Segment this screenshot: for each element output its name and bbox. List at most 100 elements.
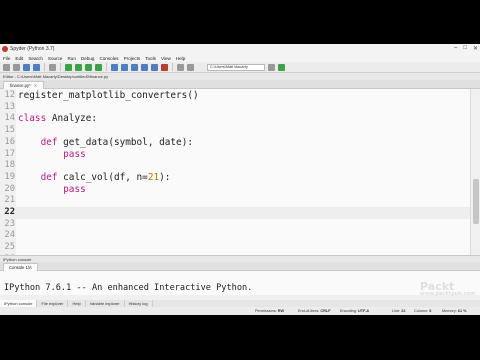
- letterbox-bottom: [0, 315, 480, 360]
- run-icon[interactable]: [65, 63, 72, 71]
- menu-source[interactable]: Source: [48, 56, 63, 61]
- code-line[interactable]: 21: [0, 195, 470, 207]
- menu-tools[interactable]: Tools: [145, 56, 156, 61]
- console-tab-bar: Console 1/A: [0, 262, 480, 271]
- window-title: Spyder (Python 3.7): [10, 46, 55, 52]
- status-encoding: Encoding: UTF-8: [340, 308, 369, 314]
- menu-projects[interactable]: Projects: [124, 56, 141, 61]
- run-selection-icon[interactable]: [95, 63, 102, 71]
- python-path-icon[interactable]: [187, 63, 194, 71]
- stop-debug-icon[interactable]: [161, 63, 168, 71]
- code-line[interactable]: 24: [0, 230, 470, 242]
- title-bar: Spyder (Python 3.7) – □ ✕: [0, 44, 480, 54]
- line-number: 23: [4, 218, 15, 229]
- spyder-window: Spyder (Python 3.7) – □ ✕ File Edit Sear…: [0, 44, 480, 315]
- tab-ipython-console[interactable]: IPython console: [0, 300, 38, 307]
- letterbox-top: [0, 0, 480, 44]
- step-return-icon[interactable]: [141, 63, 148, 71]
- close-button[interactable]: ✕: [473, 45, 478, 52]
- step-icon[interactable]: [121, 63, 128, 71]
- code-line[interactable]: 25: [0, 242, 470, 254]
- tab-history-log[interactable]: History log: [125, 300, 153, 307]
- line-number: 16: [4, 136, 15, 147]
- code-line[interactable]: 17 pass: [0, 149, 470, 161]
- console-tab[interactable]: Console 1/A: [3, 263, 38, 271]
- maximize-pane-icon[interactable]: [177, 63, 184, 71]
- menu-consoles[interactable]: Consoles: [99, 56, 118, 61]
- menu-help[interactable]: Help: [176, 56, 185, 61]
- editor-tab-label: finance.py*: [10, 83, 31, 88]
- status-permissions: Permissions: RW: [255, 308, 284, 314]
- code-line[interactable]: 16 def get_data(symbol, date):: [0, 137, 470, 149]
- line-number: 14: [4, 113, 15, 124]
- line-number: 20: [4, 183, 15, 194]
- line-number: 19: [4, 171, 15, 182]
- code-text: pass: [63, 183, 86, 195]
- status-line: Line: 22: [392, 308, 406, 314]
- save-icon[interactable]: [23, 63, 30, 71]
- line-number: 15: [4, 125, 15, 136]
- step-into-icon[interactable]: [131, 63, 138, 71]
- menu-edit[interactable]: Edit: [15, 56, 23, 61]
- status-bar: Permissions: RW End-of-lines: CRLF Encod…: [0, 307, 480, 315]
- maximize-button[interactable]: □: [463, 45, 467, 52]
- run-cell-advance-icon[interactable]: [85, 63, 92, 71]
- preferences-icon[interactable]: [49, 63, 56, 71]
- packt-watermark: Packt www.packtpub.com: [420, 280, 475, 310]
- console-banner: IPython 7.6.1 -- An enhanced Interactive…: [4, 283, 253, 293]
- menu-view[interactable]: View: [161, 56, 171, 61]
- menu-search[interactable]: Search: [28, 56, 43, 61]
- working-directory-field[interactable]: C:\Users\Matt Macarty: [207, 63, 265, 71]
- save-all-icon[interactable]: [33, 63, 40, 71]
- editor-tab-finance[interactable]: finance.py* ✕: [3, 81, 45, 89]
- encoding-value: UTF-8: [357, 309, 369, 313]
- line-number: 24: [4, 230, 15, 241]
- encoding-label: Encoding:: [340, 309, 357, 313]
- menu-bar: File Edit Search Source Run Debug Consol…: [0, 54, 480, 62]
- close-tab-icon[interactable]: ✕: [34, 83, 38, 88]
- line-number: 21: [4, 195, 15, 206]
- code-line[interactable]: 18: [0, 160, 470, 172]
- code-text: pass: [63, 148, 86, 160]
- code-line[interactable]: 20 pass: [0, 184, 470, 196]
- code-line[interactable]: 14 class Analyze:: [0, 113, 470, 125]
- scrollbar-thumb[interactable]: [473, 179, 479, 224]
- editor-tab-bar: finance.py* ✕: [0, 80, 480, 89]
- code-line[interactable]: 15: [0, 125, 470, 137]
- tab-file-explorer[interactable]: File explorer: [37, 300, 69, 307]
- code-line[interactable]: 12 register_matplotlib_converters(): [0, 90, 470, 102]
- code-text: register_matplotlib_converters(): [18, 90, 199, 101]
- line-value: 22: [401, 309, 406, 313]
- status-eol: End-of-lines: CRLF: [298, 308, 331, 314]
- open-file-icon[interactable]: [13, 63, 20, 71]
- minimize-button[interactable]: –: [454, 45, 457, 52]
- menu-debug[interactable]: Debug: [81, 56, 95, 61]
- toolbar-separator: [44, 63, 45, 71]
- debug-icon[interactable]: [111, 63, 118, 71]
- toolbar-separator: [172, 63, 173, 71]
- menu-run[interactable]: Run: [67, 56, 75, 61]
- line-number: 17: [4, 148, 15, 159]
- ipython-console[interactable]: IPython 7.6.1 -- An enhanced Interactive…: [0, 271, 480, 295]
- toolbar: C:\Users\Matt Macarty: [0, 62, 480, 73]
- code-line[interactable]: 19 def calc_vol(df, n=21):: [0, 172, 470, 184]
- menu-file[interactable]: File: [3, 56, 10, 61]
- new-file-icon[interactable]: [3, 63, 10, 71]
- parent-directory-icon[interactable]: [278, 63, 285, 71]
- tab-help[interactable]: Help: [68, 300, 86, 307]
- line-number: 25: [4, 242, 15, 253]
- toolbar-separator: [106, 63, 107, 71]
- run-cell-icon[interactable]: [75, 63, 82, 71]
- spyder-logo-icon: [2, 46, 8, 52]
- browse-folder-icon[interactable]: [268, 63, 275, 71]
- code-text: def calc_vol(df, n=21):: [40, 171, 171, 183]
- code-line[interactable]: 23: [0, 219, 470, 231]
- window-controls: – □ ✕: [454, 45, 478, 52]
- code-line[interactable]: 13: [0, 102, 470, 114]
- code-line[interactable]: 22: [0, 207, 470, 219]
- tab-variable-explorer[interactable]: Variable explorer: [86, 300, 125, 307]
- console-pane-title: IPython console: [0, 255, 480, 262]
- permissions-label: Permissions:: [255, 309, 277, 313]
- line-number: 22: [4, 207, 15, 217]
- continue-icon[interactable]: [151, 63, 158, 71]
